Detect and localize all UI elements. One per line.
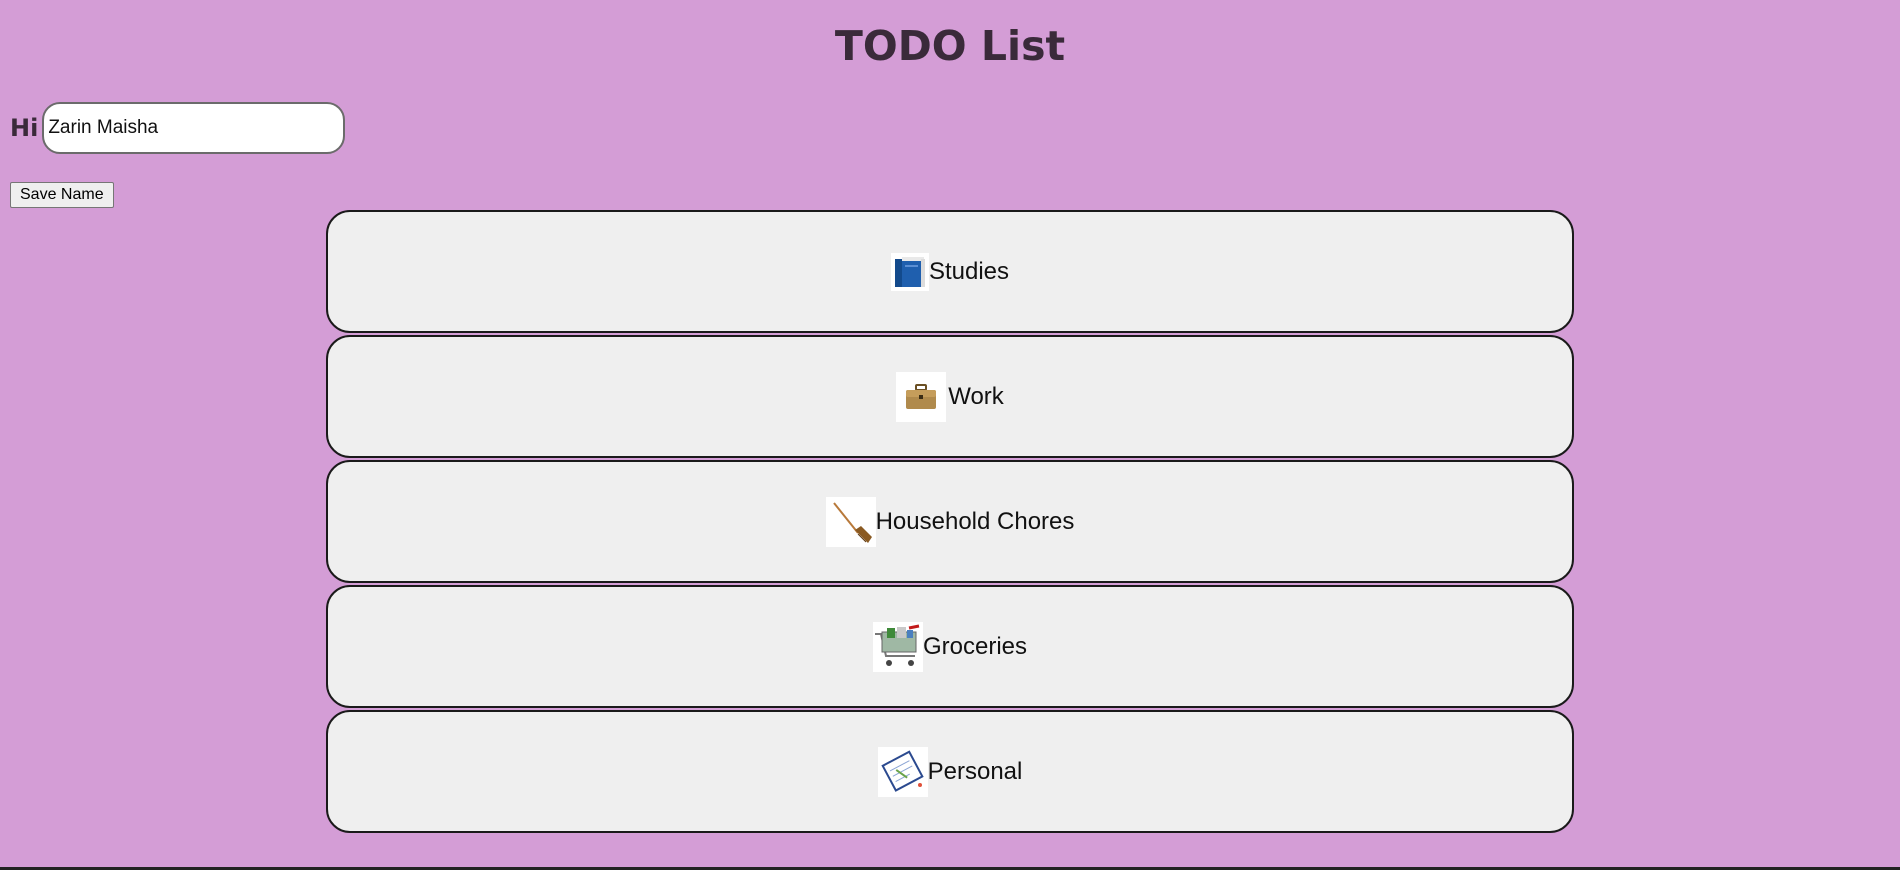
book-icon <box>890 252 929 291</box>
save-name-button[interactable]: Save Name <box>10 182 114 208</box>
category-label: Studies <box>928 257 1010 285</box>
greeting-row: Hi <box>10 102 346 154</box>
greeting-label: Hi <box>10 114 39 142</box>
page-title: TODO List <box>834 22 1066 70</box>
category-groceries[interactable]: Groceries <box>326 585 1574 708</box>
category-studies[interactable]: Studies <box>326 210 1574 333</box>
category-household-chores[interactable]: Household Chores <box>326 460 1574 583</box>
name-input[interactable] <box>42 102 346 154</box>
category-label: Household Chores <box>875 507 1075 535</box>
shopping-cart-icon <box>872 621 923 672</box>
broom-icon <box>825 496 876 547</box>
category-personal[interactable]: Personal <box>326 710 1574 833</box>
category-label: Groceries <box>922 632 1028 660</box>
notepad-icon <box>877 746 928 797</box>
category-work[interactable]: Work <box>326 335 1574 458</box>
category-label: Work <box>948 382 1004 410</box>
category-label: Personal <box>927 757 1023 785</box>
briefcase-icon <box>896 371 947 422</box>
category-list: Studies Work Household Chores Groceries … <box>326 210 1574 835</box>
